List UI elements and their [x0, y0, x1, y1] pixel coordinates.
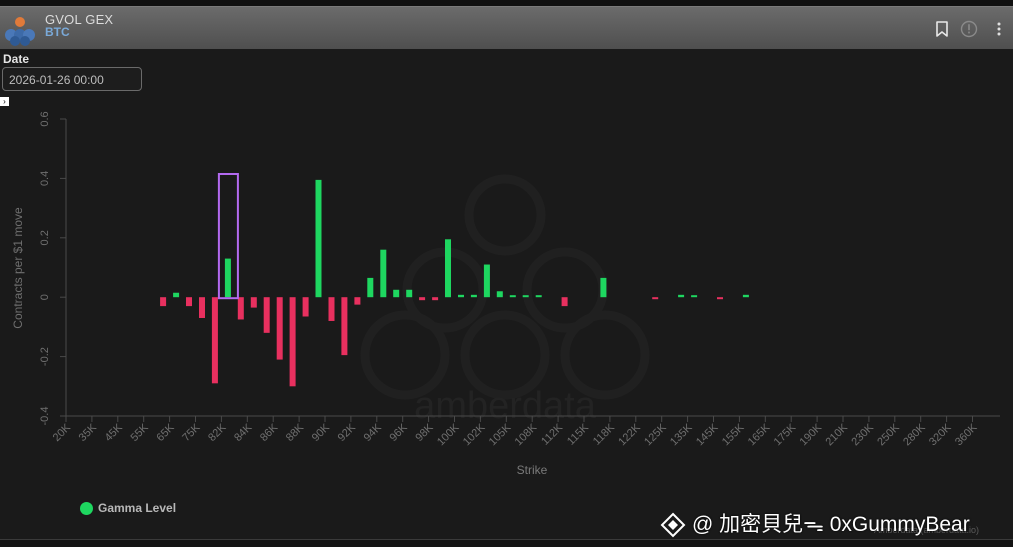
gamma-bar[interactable] [483, 264, 490, 298]
x-tick-label: 35K [77, 421, 100, 444]
gamma-bar[interactable] [652, 297, 659, 300]
x-tick-label: 122K [616, 421, 643, 448]
x-tick-label: 86K [258, 421, 281, 444]
x-tick-label: 45K [103, 421, 126, 444]
x-tick-label: 280K [901, 421, 928, 448]
gamma-bar[interactable] [315, 179, 322, 298]
gamma-bar[interactable] [561, 297, 568, 307]
gamma-bar[interactable] [742, 294, 749, 298]
x-tick-label: 190K [798, 421, 825, 448]
gamma-bar[interactable] [496, 291, 503, 298]
y-tick-label: 0.4 [39, 171, 51, 186]
gamma-bar[interactable] [160, 297, 167, 307]
x-tick-label: 175K [772, 421, 799, 448]
gamma-bar[interactable] [199, 297, 205, 318]
gamma-bar[interactable] [328, 297, 335, 321]
gamma-bar[interactable] [509, 295, 516, 298]
gamma-bar[interactable] [263, 297, 270, 333]
x-tick-label: 65K [154, 421, 177, 444]
x-tick-label: 125K [642, 421, 669, 448]
diamond-logo-icon [660, 513, 686, 538]
date-label: Date [3, 52, 30, 66]
date-input[interactable]: 2026-01-26 00:00 [2, 67, 142, 91]
gamma-bar[interactable] [458, 294, 464, 298]
amberdata-logo-icon [5, 17, 35, 46]
x-tick-label: 230K [849, 421, 876, 448]
x-tick-label: 94K [362, 421, 385, 444]
x-tick-label: 210K [823, 421, 850, 448]
x-tick-label: 84K [232, 421, 255, 444]
x-tick-label: 135K [668, 421, 695, 448]
y-tick-label: 0.6 [39, 111, 51, 126]
y-tick-label: -0.2 [39, 347, 51, 366]
asset-label: BTC [45, 25, 70, 39]
watermark-text: @ 加密貝兒ᯓ 0xGummyBear [692, 513, 970, 536]
gamma-bar[interactable] [691, 295, 698, 298]
gamma-bar[interactable] [289, 297, 296, 387]
y-tick-label: 0.2 [39, 230, 51, 245]
bottom-bar [0, 539, 1013, 547]
gamma-bar[interactable] [535, 295, 542, 298]
x-tick-label: 92K [336, 421, 359, 444]
watermark-overlay: @ 加密貝兒ᯓ 0xGummyBear [660, 508, 970, 538]
gamma-bar[interactable] [367, 277, 374, 298]
gamma-bar[interactable] [678, 294, 685, 298]
amberdata-watermark-text: amberdata [414, 385, 597, 427]
x-tick-label: 250K [875, 421, 902, 448]
x-tick-label: 20K [51, 421, 74, 444]
gamma-bar[interactable] [393, 289, 400, 298]
x-tick-label: 145K [694, 421, 721, 448]
x-tick-label: 165K [746, 421, 773, 448]
bookmark-icon[interactable] [933, 20, 951, 38]
legend-label-gamma-level: Gamma Level [98, 501, 177, 515]
gamma-bar[interactable] [432, 297, 439, 301]
gamma-bar[interactable] [341, 297, 348, 356]
gex-bar-chart: amberdata -0.4 -0.2 0 0.2 0.4 0.6 Contracts per… [11, 111, 1000, 477]
gamma-bar[interactable] [380, 249, 387, 298]
gamma-bar[interactable] [173, 292, 180, 298]
x-axis-label: Strike [517, 463, 548, 477]
widget-header: GVOL GEX BTC [0, 6, 1013, 49]
gamma-bar[interactable] [445, 239, 451, 298]
widget-frame: GVOL GEX BTC Date 2026-01-26 00:00 › amb… [0, 0, 1013, 547]
legend-marker-gamma-level [80, 502, 93, 515]
y-tick-label: 0 [39, 294, 51, 300]
gamma-bar[interactable] [406, 289, 413, 298]
x-tick-label: 96K [387, 421, 410, 444]
gamma-bar[interactable] [237, 297, 244, 320]
gamma-bar[interactable] [419, 297, 426, 301]
y-tick-label: -0.4 [39, 407, 51, 426]
x-tick-label: 90K [310, 421, 333, 444]
gamma-bar[interactable] [717, 297, 723, 300]
x-tick-label: 88K [284, 421, 307, 444]
gamma-bar[interactable] [354, 297, 361, 305]
x-tick-label: 360K [953, 421, 980, 448]
gamma-bar[interactable] [470, 294, 477, 298]
x-tick-label: 55K [128, 421, 151, 444]
x-tick-label: 82K [206, 421, 229, 444]
x-tick-label: 320K [927, 421, 954, 448]
info-icon[interactable] [960, 20, 978, 38]
y-axis-label: Contracts per $1 move [11, 207, 25, 329]
gamma-bar[interactable] [276, 297, 283, 360]
gamma-bar[interactable] [250, 297, 257, 308]
x-tick-label: 75K [180, 421, 203, 444]
gamma-bar[interactable] [522, 295, 529, 298]
more-vert-icon[interactable] [990, 20, 1008, 38]
gamma-bar[interactable] [211, 297, 218, 384]
gamma-bar[interactable] [186, 297, 192, 307]
gamma-bar[interactable] [600, 277, 607, 298]
gamma-bar[interactable] [224, 258, 231, 298]
x-tick-label: 155K [720, 421, 747, 448]
gamma-bar[interactable] [302, 297, 309, 317]
